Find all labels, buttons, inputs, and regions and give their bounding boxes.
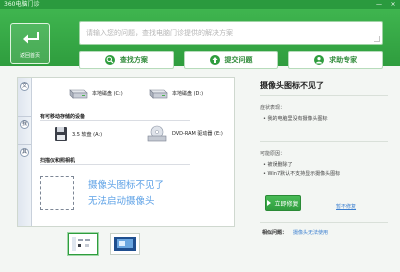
play-icon: [267, 200, 272, 206]
section-divider: [40, 120, 190, 121]
scanner-section-title: 扫描仪和照相机: [40, 158, 76, 164]
symptom-item: • 我的电脑里没有摄像头图标: [263, 116, 328, 122]
drive-c: 本地磁盘 (C:): [68, 87, 123, 99]
overlay-line: 无法启动摄像头: [88, 196, 155, 207]
hard-disk-icon: [149, 89, 168, 99]
window-controls: — ×: [375, 1, 397, 8]
missing-camera-placeholder: [40, 176, 74, 210]
window-title: 360电脑门诊: [4, 1, 40, 8]
thumbnail-preview-icon: [72, 237, 90, 251]
hard-disk-icon: [69, 89, 88, 99]
action-bar: 查找方案 提交问题 求助专家: [79, 51, 384, 69]
drive-d-label: 本地磁盘 (D:): [172, 90, 204, 97]
cause-item: • 被误删除了: [263, 162, 293, 168]
section-divider: [260, 222, 388, 223]
sidebar-marker: 文: [20, 82, 29, 91]
sidebar-divider: [18, 116, 31, 117]
search-input[interactable]: [80, 22, 352, 44]
problem-overlay: 摄像头图标不见了 无法启动摄像头: [88, 178, 164, 210]
close-button[interactable]: ×: [389, 1, 397, 8]
drive-d: 本地磁盘 (D:): [148, 87, 203, 99]
floppy-disk-icon: [55, 127, 67, 141]
search-box: [79, 21, 383, 45]
related-label: 相似问题：: [262, 230, 288, 236]
dvd-drive-label: DVD-RAM 驱动器 (E:): [172, 130, 223, 137]
section-divider: [260, 141, 388, 142]
solution-panel: 摄像头图标不见了 症状表现： • 我的电脑里没有摄像头图标 可能原因： • 被误…: [255, 77, 390, 267]
problem-screenshot: 文 我 其 本地磁盘 (C:) 本地磁盘 (D:) 有可移动存储的设备 3.5 …: [17, 77, 235, 227]
sidebar-marker: 其: [20, 148, 29, 157]
submit-question-label: 提交问题: [224, 56, 253, 64]
overlay-line: 摄像头图标不见了: [88, 180, 165, 191]
cause-text: 被误删除了: [267, 162, 293, 168]
title-divider: [260, 95, 388, 96]
related-issue-link[interactable]: 摄像头无法使用: [293, 230, 328, 236]
sidebar-divider: [18, 144, 31, 145]
screenshot-thumbnail-2[interactable]: [110, 233, 140, 255]
find-solution-button[interactable]: 查找方案: [79, 51, 174, 69]
fix-now-label: 立即修复: [274, 200, 299, 208]
return-arrow-icon: [23, 32, 39, 44]
problem-title: 摄像头图标不见了: [260, 81, 324, 90]
section-divider: [40, 164, 190, 165]
dvd-drive-icon: [147, 125, 167, 142]
minimize-button[interactable]: —: [375, 1, 383, 8]
back-home-label: 返回首页: [19, 53, 40, 59]
dvd-drive: DVD-RAM 驱动器 (E:): [146, 124, 223, 142]
cause-heading: 可能原因：: [260, 151, 286, 157]
related-issues: 相似问题： 摄像头无法使用: [262, 229, 328, 236]
back-home-button[interactable]: 返回首页: [10, 23, 50, 64]
removable-section-title: 有可移动存储的设备: [40, 114, 86, 120]
sidebar-marker: 我: [20, 120, 29, 129]
app-window: 360电脑门诊 — × 返回首页 查找方案: [0, 0, 400, 272]
title-bar: 360电脑门诊 — ×: [0, 0, 400, 9]
symptom-text: 我的电脑里没有摄像头图标: [267, 116, 328, 122]
find-solution-label: 查找方案: [119, 56, 148, 64]
floppy-drive-label: 3.5 软盘 (A:): [72, 131, 103, 138]
search-icon: [104, 55, 115, 65]
explorer-sidebar: 文 我 其: [18, 78, 32, 226]
cause-item: • Win7默认不支持显示摄像头图标: [263, 171, 341, 177]
ask-expert-button[interactable]: 求助专家: [288, 51, 384, 69]
header: 返回首页 查找方案 提交问题 求助专: [0, 9, 400, 69]
ask-expert-label: 求助专家: [329, 56, 358, 64]
cause-text: Win7默认不支持显示摄像头图标: [267, 171, 341, 177]
drive-c-label: 本地磁盘 (C:): [92, 90, 123, 97]
floppy-drive: 3.5 软盘 (A:): [54, 126, 102, 142]
person-icon: [314, 55, 325, 65]
upload-icon: [209, 55, 220, 65]
screenshot-thumbnail-1[interactable]: [68, 233, 98, 255]
resize-handle-icon: [374, 36, 380, 42]
fix-now-button[interactable]: 立即修复: [265, 195, 301, 211]
not-fixed-link[interactable]: 暂不修复: [336, 203, 356, 210]
symptom-heading: 症状表现：: [260, 105, 286, 111]
thumbnail-preview-icon: [114, 237, 136, 251]
submit-question-button[interactable]: 提交问题: [183, 51, 279, 69]
